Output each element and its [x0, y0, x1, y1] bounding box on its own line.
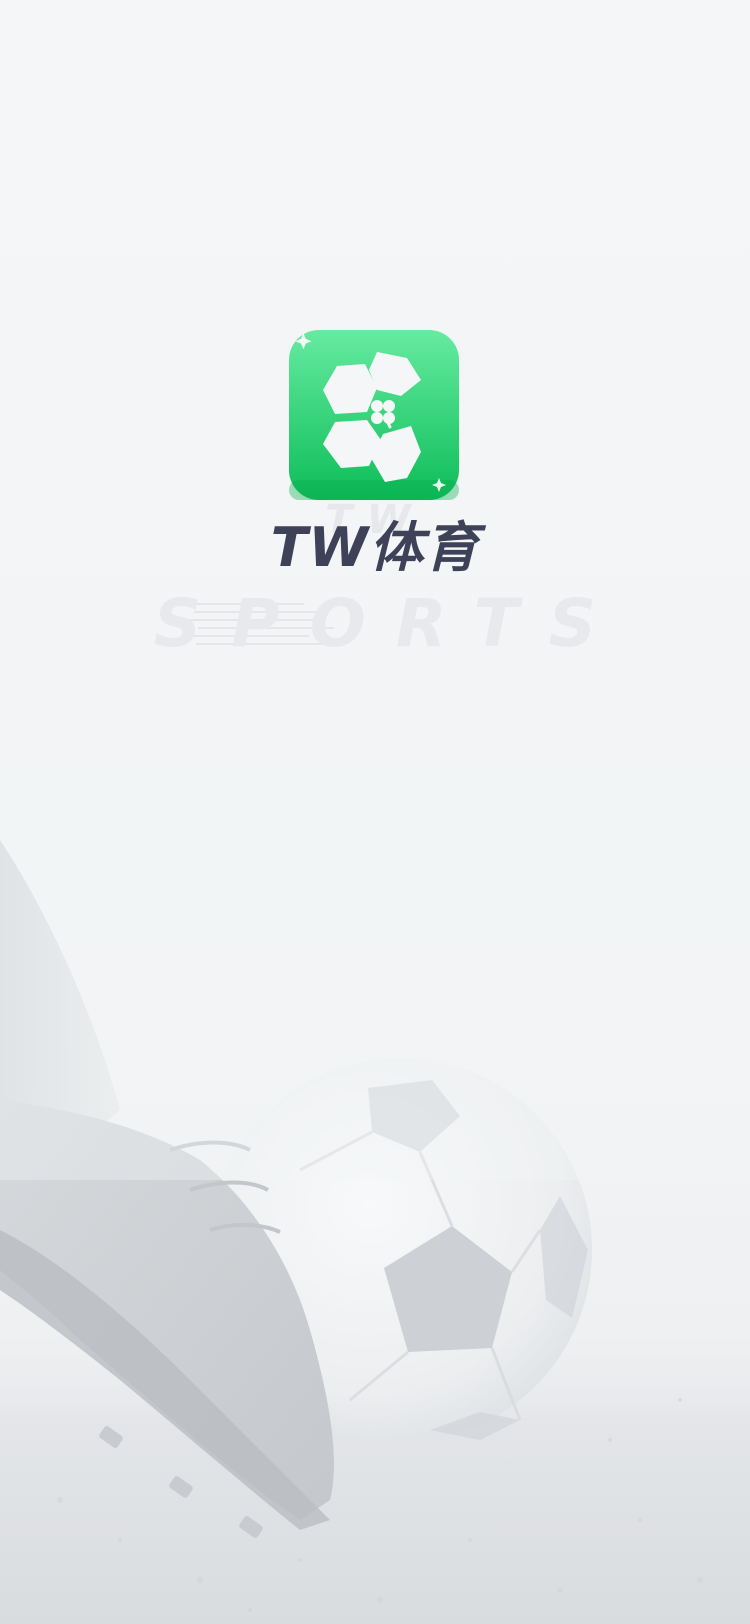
- tagline-sports: SPORTS: [153, 585, 627, 662]
- app-logo: [289, 330, 459, 500]
- app-name: TW体育: [270, 516, 480, 579]
- soccer-ball-clover-icon: [289, 330, 459, 500]
- soccer-boot-and-ball-image: [0, 780, 750, 1624]
- splash-screen: TW TW体育 SPORTS: [0, 0, 750, 1624]
